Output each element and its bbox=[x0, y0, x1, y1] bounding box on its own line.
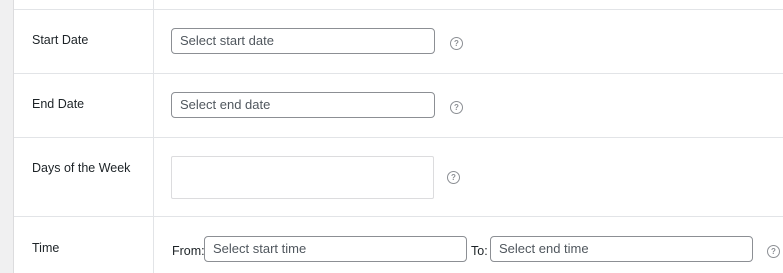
end-date-input[interactable]: Select end date bbox=[171, 92, 435, 118]
end-date-placeholder: Select end date bbox=[180, 97, 271, 112]
start-time-placeholder: Select start time bbox=[213, 241, 307, 256]
time-from-label: From: bbox=[172, 244, 205, 258]
days-of-week-field[interactable] bbox=[171, 156, 434, 199]
time-label: Time bbox=[32, 241, 60, 255]
start-date-input[interactable]: Select start date bbox=[171, 28, 435, 54]
row-divider bbox=[14, 9, 783, 10]
row-divider bbox=[14, 73, 783, 74]
settings-panel: Start Date Select start date ? End Date … bbox=[13, 0, 783, 273]
start-time-input[interactable]: Select start time bbox=[204, 236, 467, 262]
time-to-label: To: bbox=[471, 244, 488, 258]
end-time-placeholder: Select end time bbox=[499, 241, 589, 256]
start-date-placeholder: Select start date bbox=[180, 33, 274, 48]
time-help-icon[interactable]: ? bbox=[767, 245, 780, 258]
days-of-week-label: Days of the Week bbox=[32, 161, 131, 175]
start-date-label: Start Date bbox=[32, 33, 89, 47]
end-date-help-icon[interactable]: ? bbox=[450, 101, 463, 114]
days-of-week-help-icon[interactable]: ? bbox=[447, 171, 460, 184]
end-time-input[interactable]: Select end time bbox=[490, 236, 753, 262]
end-date-label: End Date bbox=[32, 97, 85, 111]
row-divider bbox=[14, 216, 783, 217]
start-date-help-icon[interactable]: ? bbox=[450, 37, 463, 50]
row-divider bbox=[14, 137, 783, 138]
